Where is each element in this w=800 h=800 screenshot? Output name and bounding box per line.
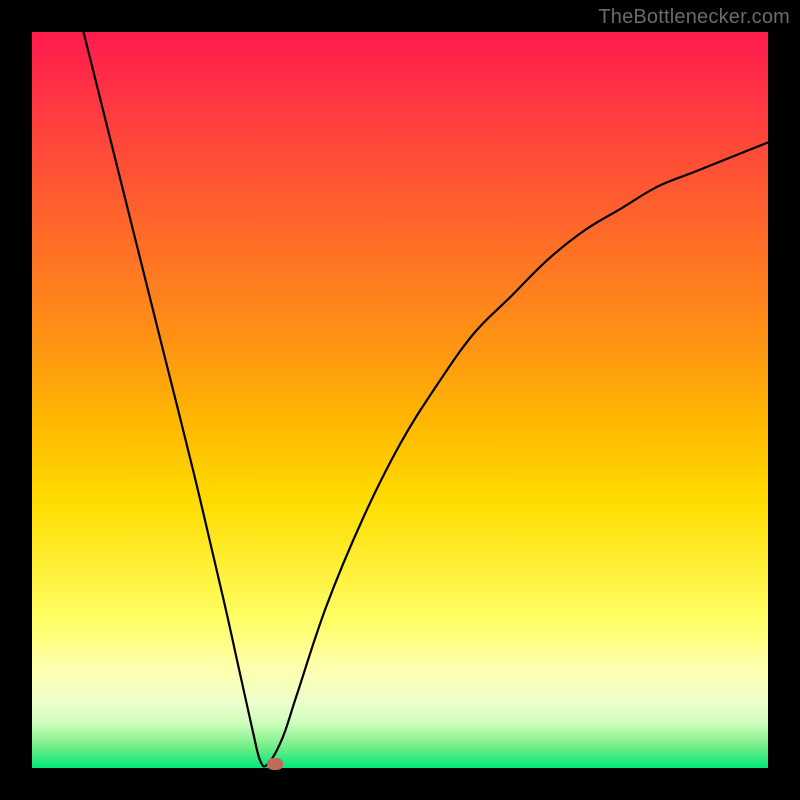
- chart-frame: TheBottlenecker.com: [0, 0, 800, 800]
- bottleneck-curve: [32, 32, 768, 768]
- optimum-marker-icon: [267, 758, 283, 770]
- plot-area: [32, 32, 768, 768]
- attribution-watermark: TheBottlenecker.com: [598, 6, 790, 29]
